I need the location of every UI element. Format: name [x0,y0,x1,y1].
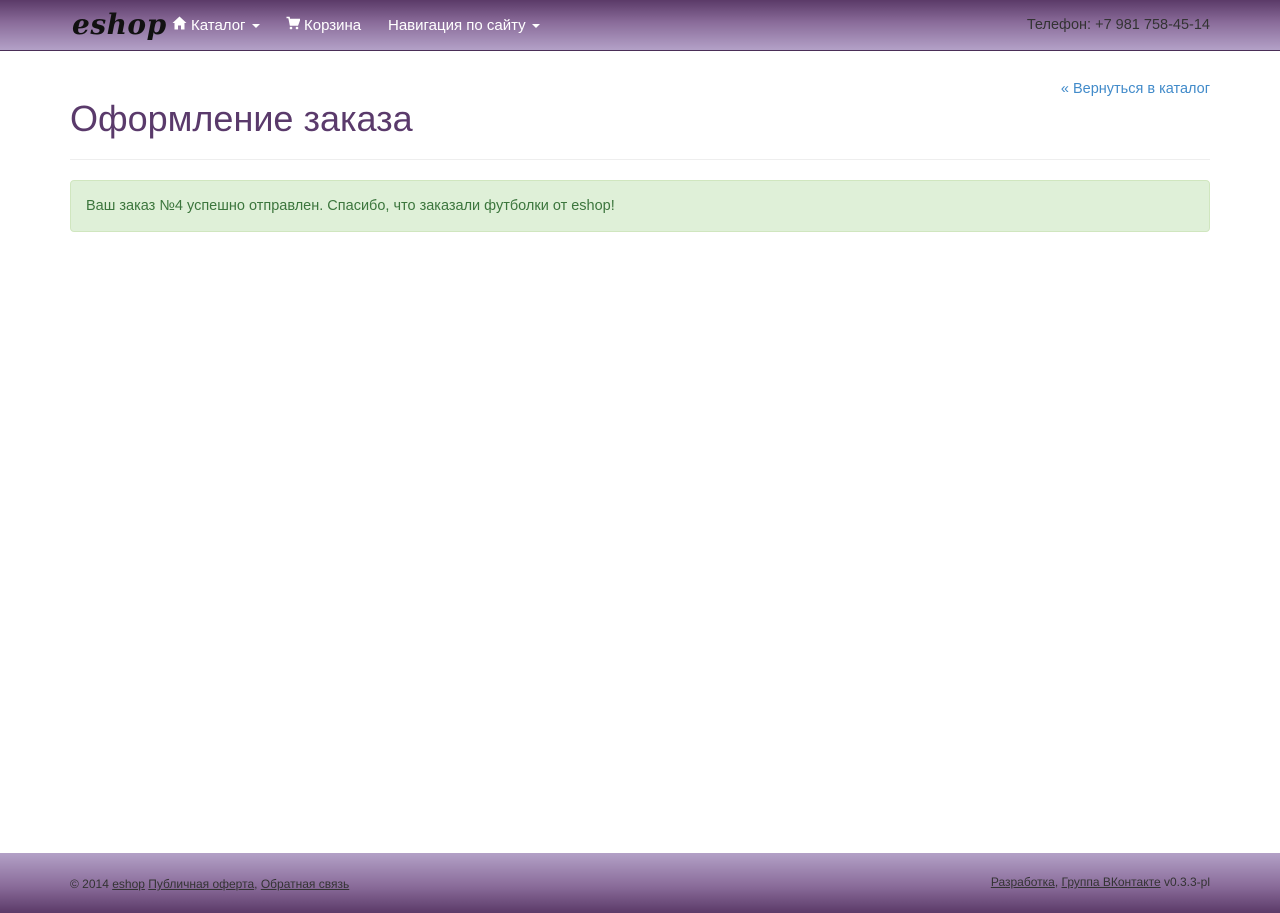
copyright-text: © 2014 [70,877,109,891]
navbar-container: eshop Каталог Корзина Навигация по сайту… [70,0,1210,50]
vk-group-link[interactable]: Группа ВКонтакте [1062,875,1161,889]
caret-down-icon [251,24,260,28]
page-footer: © 2014 eshop Публичная оферта, Обратная … [0,853,1280,913]
footer-brand-link[interactable]: eshop [112,877,145,891]
footer-separator: , [1054,875,1059,889]
nav-cart-label: Корзина [304,16,362,34]
nav-cart-link[interactable]: Корзина [286,0,361,50]
nav-catalog-label: Каталог [191,16,246,34]
order-success-message: Ваш заказ №4 успешно отправлен. Спасибо,… [86,198,615,214]
top-navbar: eshop Каталог Корзина Навигация по сайту… [0,0,1280,51]
page-title: Оформление заказа [70,98,413,139]
home-icon [172,16,187,34]
title-divider [70,159,1210,160]
order-success-alert: Ваш заказ №4 успешно отправлен. Спасибо,… [70,180,1210,232]
footer-separator: , [254,877,258,891]
public-offer-link[interactable]: Публичная оферта [148,877,254,891]
caret-down-icon [531,24,540,28]
footer-left: © 2014 eshop Публичная оферта, Обратная … [70,877,349,891]
footer-right: Разработка, Группа ВКонтакте v0.3.3-pl [991,875,1210,889]
version-text: v0.3.3-pl [1163,875,1210,889]
cart-icon [286,16,301,34]
feedback-link[interactable]: Обратная связь [261,877,349,891]
back-to-catalog-link[interactable]: « Вернуться в каталог [1061,81,1210,97]
brand-logo[interactable]: eshop [72,9,167,41]
phone-number: Телефон: +7 981 758-45-14 [1026,17,1210,33]
nav-site-navigation-dropdown[interactable]: Навигация по сайту [388,0,540,50]
nav-site-navigation-label: Навигация по сайту [388,16,526,34]
nav-catalog-dropdown[interactable]: Каталог [172,0,260,50]
development-link[interactable]: Разработка [991,875,1055,889]
